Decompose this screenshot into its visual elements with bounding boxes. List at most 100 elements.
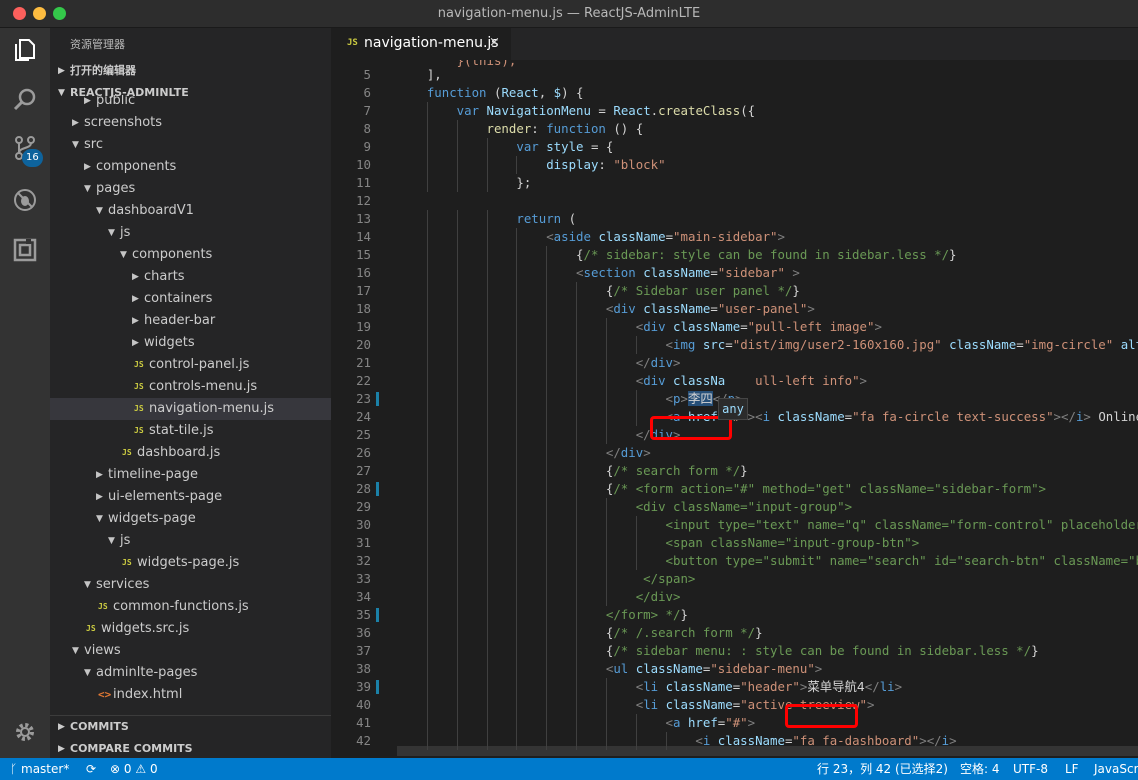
- indent-guide: [486, 696, 488, 714]
- open-editors-section[interactable]: ▶ 打开的编辑器: [50, 60, 331, 82]
- indentation-status[interactable]: 空格: 4: [960, 758, 1000, 780]
- tree-file[interactable]: JS stat-tile.js: [50, 420, 331, 442]
- tree-folder[interactable]: ▼ dashboardV1: [50, 200, 331, 222]
- commits-section[interactable]: ▶ COMMITS: [50, 716, 331, 738]
- horizontal-scrollbar[interactable]: [397, 746, 1138, 756]
- indent-guide: [605, 408, 607, 426]
- modified-line-marker: [376, 392, 379, 406]
- indent-guide: [426, 300, 428, 318]
- tree-file[interactable]: JS navigation-menu.js: [50, 398, 331, 420]
- tree-file[interactable]: JS widgets-page.js: [50, 552, 331, 574]
- indent-guide: [546, 516, 548, 534]
- tree-folder[interactable]: ▶ containers: [50, 288, 331, 310]
- problems-status[interactable]: ⊗ 0 ⚠ 0: [110, 758, 158, 780]
- chevron-right-icon: ▶: [96, 470, 103, 480]
- code-token: =: [710, 265, 718, 280]
- indent-guide: [516, 264, 518, 282]
- tree-folder[interactable]: ▶ components: [50, 156, 331, 178]
- tree-folder[interactable]: ▶ timeline-page: [50, 464, 331, 486]
- chevron-down-icon: ▼: [72, 646, 79, 656]
- code-token: "#": [725, 715, 748, 730]
- language-status[interactable]: JavaScript: [1094, 758, 1138, 780]
- code-token: Online: [1090, 409, 1138, 424]
- tree-file[interactable]: <> index.html: [50, 684, 331, 706]
- code-token: var: [516, 139, 539, 154]
- debug-icon[interactable]: [0, 180, 50, 220]
- tree-folder[interactable]: ▼ services: [50, 574, 331, 596]
- code-text: <li className="header">菜单导航4</li>: [636, 678, 902, 696]
- indent-guide: [456, 444, 458, 462]
- indent-guide: [605, 426, 607, 444]
- tree-file[interactable]: JS dashboard.js: [50, 442, 331, 464]
- indent-guide: [516, 282, 518, 300]
- tree-folder[interactable]: ▶ ui-elements-page: [50, 486, 331, 508]
- tree-folder[interactable]: ▶ header-bar: [50, 310, 331, 332]
- code-line: 37 {/* sidebar menu: : style can be found…: [331, 642, 1138, 660]
- code-token: ({: [740, 103, 756, 118]
- branch-status[interactable]: ᚴ master*: [10, 758, 69, 780]
- close-icon[interactable]: ×: [489, 35, 500, 50]
- indent-guide: [576, 606, 578, 624]
- html-file-icon: <>: [98, 688, 112, 701]
- code-token: ull-left info": [755, 373, 860, 388]
- tab-navigation-menu[interactable]: JS navigation-menu.js ×: [331, 28, 511, 60]
- code-text: {/* <form action="#" method="get" classN…: [606, 480, 1046, 498]
- tree-folder[interactable]: ▶ widgets: [50, 332, 331, 354]
- code-text: <div className="pull-left image">: [636, 318, 882, 336]
- tree-folder[interactable]: ▼ widgets-page: [50, 508, 331, 530]
- tree-folder[interactable]: ▶ screenshots: [50, 112, 331, 134]
- tree-folder[interactable]: ▼ adminlte-pages: [50, 662, 331, 684]
- code-token: className: [665, 679, 733, 694]
- tree-folder[interactable]: ▼ views: [50, 640, 331, 662]
- line-number: 30: [356, 517, 371, 532]
- code-token: "sidebar": [717, 265, 785, 280]
- tree-item-label: screenshots: [84, 115, 163, 130]
- indent-guide: [576, 660, 578, 678]
- js-file-icon: JS: [122, 558, 132, 567]
- code-line: 31 <span className="input-group-btn">: [331, 534, 1138, 552]
- code-token: li: [643, 679, 659, 694]
- indent-guide: [635, 390, 637, 408]
- line-number: 39: [356, 679, 371, 694]
- tree-item-label: index.html: [113, 687, 183, 702]
- code-token: div: [613, 301, 636, 316]
- encoding-status[interactable]: UTF-8: [1013, 758, 1048, 780]
- indent-guide: [576, 336, 578, 354]
- tree-folder[interactable]: ▼ js: [50, 530, 331, 552]
- code-token: </div>: [635, 589, 681, 604]
- indent-guide: [546, 408, 548, 426]
- tree-folder[interactable]: ▼ components: [50, 244, 331, 266]
- extensions-icon[interactable]: [0, 230, 50, 270]
- indent-guide: [486, 318, 488, 336]
- tree-file[interactable]: JS controls-menu.js: [50, 376, 331, 398]
- tree-file[interactable]: JS common-functions.js: [50, 596, 331, 618]
- code-editor[interactable]: }(this); 5], 6 function (React, $) {7 var Na…: [331, 60, 1138, 750]
- code-token: >: [807, 301, 815, 316]
- tree-folder[interactable]: ▼ js: [50, 222, 331, 244]
- cursor-position[interactable]: 行 23，列 42 (已选择2): [817, 758, 948, 780]
- indent-guide: [576, 354, 578, 372]
- tree-folder[interactable]: ▶ public: [50, 95, 331, 112]
- tree-item-label: services: [96, 577, 150, 592]
- tree-item-label: common-functions.js: [113, 599, 249, 614]
- tree-file[interactable]: JS control-panel.js: [50, 354, 331, 376]
- tree-folder[interactable]: ▼ pages: [50, 178, 331, 200]
- tree-file[interactable]: JS widgets.src.js: [50, 618, 331, 640]
- code-token: <span className="input-group-btn">: [665, 535, 920, 550]
- tree-folder[interactable]: ▼ src: [50, 134, 331, 156]
- search-icon[interactable]: [0, 80, 50, 120]
- compare-commits-section[interactable]: ▶ COMPARE COMMITS: [50, 738, 331, 758]
- explorer-icon[interactable]: [0, 30, 50, 70]
- code-token: render: [486, 121, 532, 136]
- eol-status[interactable]: LF: [1065, 758, 1079, 780]
- indent-guide: [516, 462, 518, 480]
- sync-icon[interactable]: ⟳: [86, 758, 96, 780]
- code-token: className: [643, 301, 711, 316]
- code-token: >: [680, 391, 688, 406]
- indent-guide: [456, 120, 458, 138]
- settings-gear-icon[interactable]: [0, 712, 50, 752]
- code-line: 39 <li className="header">菜单导航4</li>: [331, 678, 1138, 696]
- tree-folder[interactable]: ▶ charts: [50, 266, 331, 288]
- tree-item-label: src: [84, 137, 103, 152]
